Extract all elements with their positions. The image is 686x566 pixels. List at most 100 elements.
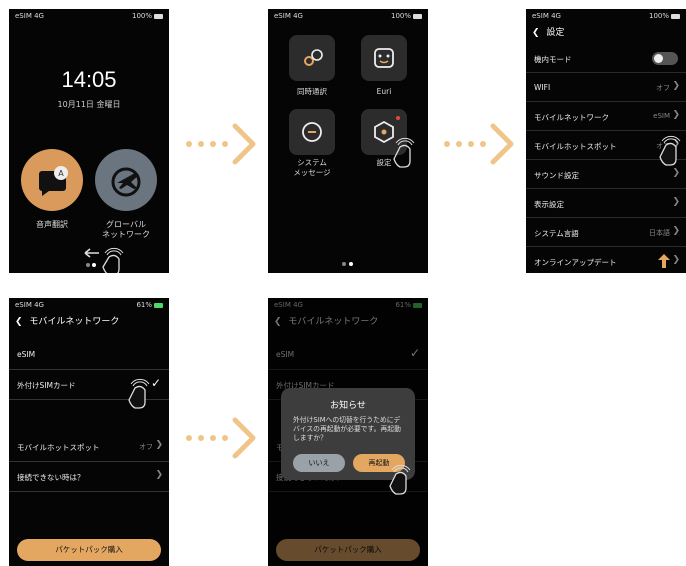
- settings-screen: eSIM 4G 100% ❮ 設定 機内モード WIFI オフ ❯ モバイルネッ…: [526, 9, 686, 273]
- dialog-message: 外付けSIMへの切替を行うためにデバイスの再起動が必要です。再起動しますか？: [293, 416, 401, 443]
- row-label: 表示設定: [534, 200, 564, 209]
- translate-badge: A: [58, 169, 64, 178]
- chevron-right-icon: ❯: [155, 440, 163, 450]
- next-step-arrow-icon: [186, 417, 256, 459]
- app-label-3: システム メッセージ: [293, 158, 331, 177]
- settings-row-mobile-network[interactable]: モバイルネットワーク eSIM ❯: [526, 102, 686, 131]
- app-system-messages[interactable]: [289, 109, 335, 155]
- carrier-label: eSIM 4G: [274, 12, 303, 20]
- global-network-button[interactable]: [95, 149, 157, 211]
- settings-row-display[interactable]: 表示設定 ❯: [526, 189, 686, 218]
- buy-packet-button[interactable]: パケットパック購入: [17, 539, 161, 561]
- battery-indicator: 100%: [391, 12, 422, 20]
- app-label-1: 同時通訳: [297, 87, 327, 96]
- carrier-label: eSIM 4G: [15, 301, 44, 309]
- status-bar: eSIM 4G 100%: [9, 9, 169, 23]
- back-chevron-icon[interactable]: ❮: [532, 28, 540, 38]
- global-network-label: グローバル ネットワーク: [102, 220, 150, 240]
- network-row-esim[interactable]: eSIM: [9, 340, 169, 370]
- interpretation-icon: [304, 49, 323, 66]
- row-label: WIFI: [534, 83, 551, 92]
- battery-icon: [413, 13, 422, 19]
- chat-translate-icon: A: [39, 166, 68, 196]
- row-value: eSIM: [653, 112, 670, 120]
- chevron-right-icon: ❯: [672, 197, 680, 207]
- airplane-mode-toggle[interactable]: [652, 52, 678, 65]
- page-title: 設定: [546, 28, 565, 38]
- restart-dialog-screen: eSIM 4G 61% ❮ モバイルネットワーク eSIM ✓ 外付けSIMカー…: [268, 298, 428, 566]
- hand-tap-icon: [393, 137, 415, 168]
- battery-icon: [671, 13, 680, 19]
- next-step-arrow-icon: [186, 123, 256, 165]
- battery-indicator: 61%: [136, 301, 163, 309]
- settings-row-airplane-mode[interactable]: 機内モード: [526, 44, 686, 73]
- hand-tap-icon: [659, 135, 681, 166]
- chevron-right-icon: ❯: [672, 110, 680, 120]
- chevron-right-icon: ❯: [155, 470, 163, 480]
- row-label: サウンド設定: [534, 171, 579, 180]
- row-value: オフ: [139, 443, 153, 451]
- message-icon: [302, 122, 322, 142]
- row-label: モバイルホットスポット: [534, 142, 617, 151]
- hand-tap-icon: [128, 378, 150, 409]
- dialog-title: お知らせ: [330, 401, 366, 411]
- chevron-right-icon: ❯: [672, 81, 680, 91]
- clock: 14:05: [61, 67, 117, 92]
- row-label: eSIM: [17, 350, 36, 359]
- row-label: 機内モード: [534, 55, 572, 64]
- row-label: システム言語: [534, 229, 579, 238]
- battery-indicator: 100%: [649, 12, 680, 20]
- row-value: 日本語: [649, 229, 670, 237]
- mobile-network-header[interactable]: ❮ モバイルネットワーク: [15, 314, 119, 327]
- swipe-left-arrow-icon: [84, 248, 99, 258]
- row-label: モバイルネットワーク: [534, 113, 609, 122]
- app-euri[interactable]: [361, 35, 407, 81]
- hand-tap-icon: [389, 464, 411, 495]
- status-bar: eSIM 4G 100%: [526, 9, 686, 23]
- battery-icon: [154, 302, 163, 308]
- chevron-right-icon: ❯: [672, 255, 680, 265]
- battery-indicator: 100%: [132, 12, 163, 20]
- battery-icon: [154, 13, 163, 19]
- euri-robot-icon: [374, 48, 394, 68]
- page-title: モバイルネットワーク: [29, 317, 120, 327]
- row-value: オフ: [656, 84, 670, 92]
- page-dot-2: [349, 262, 353, 266]
- row-label: モバイルホットスポット: [17, 443, 100, 452]
- page-dot-1: [342, 262, 346, 266]
- page-dot-2: [92, 263, 96, 267]
- update-arrow-icon: [658, 254, 670, 268]
- chevron-right-icon: ❯: [672, 226, 680, 236]
- globe-plane-icon: [111, 167, 141, 197]
- settings-header[interactable]: ❮ 設定: [532, 25, 564, 38]
- app-label-2: Euri: [376, 87, 392, 96]
- swipe-gesture: [84, 247, 124, 273]
- next-step-arrow-icon: [444, 123, 514, 165]
- voice-translation-button[interactable]: A: [21, 149, 83, 211]
- network-row-troubleshoot[interactable]: 接続できない時は？ ❯: [9, 462, 169, 492]
- back-chevron-icon[interactable]: ❮: [15, 317, 23, 327]
- mobile-network-screen: eSIM 4G 61% ❮ モバイルネットワーク eSIM 外付けSIMカード …: [9, 298, 169, 566]
- status-bar: eSIM 4G 61%: [9, 298, 169, 312]
- status-bar: eSIM 4G 100%: [268, 9, 428, 23]
- chevron-right-icon: ❯: [672, 168, 680, 178]
- date: 10月11日 金曜日: [57, 100, 121, 109]
- settings-row-wifi[interactable]: WIFI オフ ❯: [526, 73, 686, 102]
- page-dot-1: [86, 263, 90, 267]
- app-simultaneous-interpretation[interactable]: [289, 35, 335, 81]
- page-indicator: [342, 262, 353, 266]
- row-label: 接続できない時は？: [17, 473, 85, 482]
- row-label: 外付けSIMカード: [17, 381, 76, 390]
- settings-row-online-update[interactable]: オンラインアップデート ❯: [526, 247, 686, 273]
- carrier-label: eSIM 4G: [532, 12, 561, 20]
- voice-translation-label: 音声翻訳: [36, 220, 68, 229]
- notification-dot: [396, 116, 400, 120]
- app-menu-screen: eSIM 4G 100% 同時通訳 Euri システム メッセージ 設定: [268, 9, 428, 273]
- cancel-button[interactable]: いいえ: [293, 454, 345, 472]
- home-screen: eSIM 4G 100% 14:05 10月11日 金曜日 A 音声翻訳 グロー…: [9, 9, 169, 273]
- row-label: オンラインアップデート: [534, 258, 617, 267]
- network-row-hotspot[interactable]: モバイルホットスポット オフ ❯: [9, 432, 169, 462]
- settings-row-language[interactable]: システム言語 日本語 ❯: [526, 218, 686, 247]
- hand-tap-icon: [102, 254, 120, 273]
- carrier-label: eSIM 4G: [15, 12, 44, 20]
